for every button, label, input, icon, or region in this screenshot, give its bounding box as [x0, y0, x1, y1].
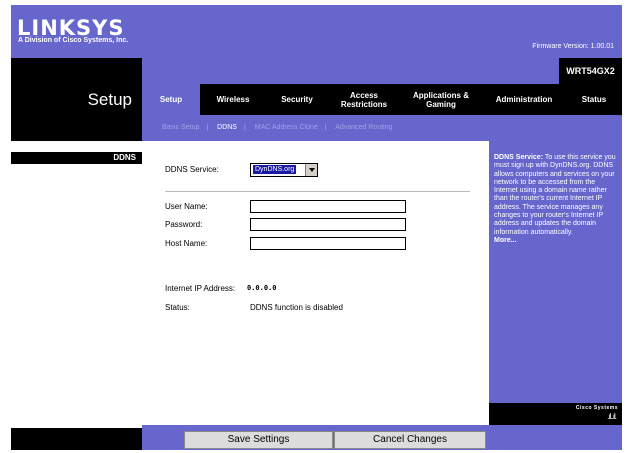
cisco-logo: Cisco Systems .ıl..ıl.	[489, 403, 622, 425]
subnav-mac-address-clone[interactable]: MAC Address Clone	[255, 124, 318, 131]
page-title: Setup	[87, 90, 132, 109]
cisco-brand: Cisco Systems	[575, 405, 618, 411]
help-panel: DDNS Service: To use this service you mu…	[489, 141, 622, 425]
help-text: DDNS Service: To use this service you mu…	[494, 154, 616, 245]
subnav-separator: |	[324, 124, 327, 131]
user-name-label: User Name:	[165, 202, 208, 211]
tab-applications-gaming[interactable]: Applications & Gaming	[400, 91, 482, 109]
header: LINKSYS A Division of Cisco Systems, Inc…	[11, 5, 622, 58]
subnav-basic-setup[interactable]: Basic Setup	[162, 124, 199, 131]
logo-subtitle: A Division of Cisco Systems, Inc.	[18, 37, 129, 44]
model-name: WRT54GX2	[559, 58, 622, 84]
ddns-service-value: DynDNS.org	[253, 165, 297, 174]
status-label: Status:	[165, 303, 190, 312]
ddns-service-select[interactable]: DynDNS.org	[250, 163, 318, 177]
sub-navigation: Basic Setup | DDNS | MAC Address Clone | Ad…	[142, 115, 622, 141]
password-field[interactable]	[250, 218, 406, 231]
section-label: DDNS	[11, 152, 142, 164]
tab-administration[interactable]: Administration	[482, 95, 566, 104]
help-body: To use this service you must sign up wit…	[494, 154, 616, 236]
main-tabs: Setup Wireless Security Access Restricti…	[142, 84, 622, 115]
subnav-separator: |	[206, 124, 209, 131]
ddns-service-label: DDNS Service:	[165, 165, 219, 174]
host-name-field[interactable]	[250, 237, 406, 250]
subnav-items: Basic Setup | DDNS | MAC Address Clone | Ad…	[162, 124, 399, 131]
router-admin-page: LINKSYS A Division of Cisco Systems, Inc…	[11, 5, 622, 450]
tab-access-restrictions[interactable]: Access Restrictions	[328, 91, 400, 109]
password-label: Password:	[165, 220, 203, 229]
ddns-form: DDNS Service: DynDNS.org User Name: Pass…	[142, 151, 489, 425]
internet-ip-label: Internet IP Address:	[165, 284, 236, 293]
status-value: DDNS function is disabled	[250, 303, 343, 312]
left-column: Setup DDNS	[11, 58, 142, 450]
chevron-down-icon[interactable]	[305, 164, 317, 176]
save-settings-button[interactable]: Save Settings	[184, 431, 333, 449]
more-link[interactable]: More...	[494, 237, 616, 245]
user-name-field[interactable]	[250, 200, 406, 213]
host-name-label: Host Name:	[165, 239, 208, 248]
subnav-advanced-routing[interactable]: Advanced Routing	[335, 124, 392, 131]
section-label-text: DDNS	[113, 153, 136, 162]
tab-status[interactable]: Status	[566, 95, 622, 104]
firmware-version: Firmware Version: 1.00.01	[532, 43, 614, 50]
cancel-changes-button[interactable]: Cancel Changes	[334, 431, 486, 449]
cisco-bars-icon: .ıl..ıl.	[607, 412, 617, 421]
subnav-separator: |	[243, 124, 246, 131]
left-footer	[11, 428, 142, 450]
footer-bar: Save Settings Cancel Changes	[142, 425, 622, 450]
form-divider	[165, 191, 470, 192]
internet-ip-value: 0.0.0.0	[247, 284, 277, 292]
tab-wireless[interactable]: Wireless	[200, 95, 266, 104]
subnav-ddns[interactable]: DDNS	[217, 124, 237, 131]
help-title: DDNS Service:	[494, 154, 544, 161]
tab-setup[interactable]: Setup	[142, 84, 200, 115]
page-title-block: Setup	[11, 58, 142, 141]
tab-security[interactable]: Security	[266, 95, 328, 104]
model-bar: WRT54GX2	[142, 58, 622, 84]
